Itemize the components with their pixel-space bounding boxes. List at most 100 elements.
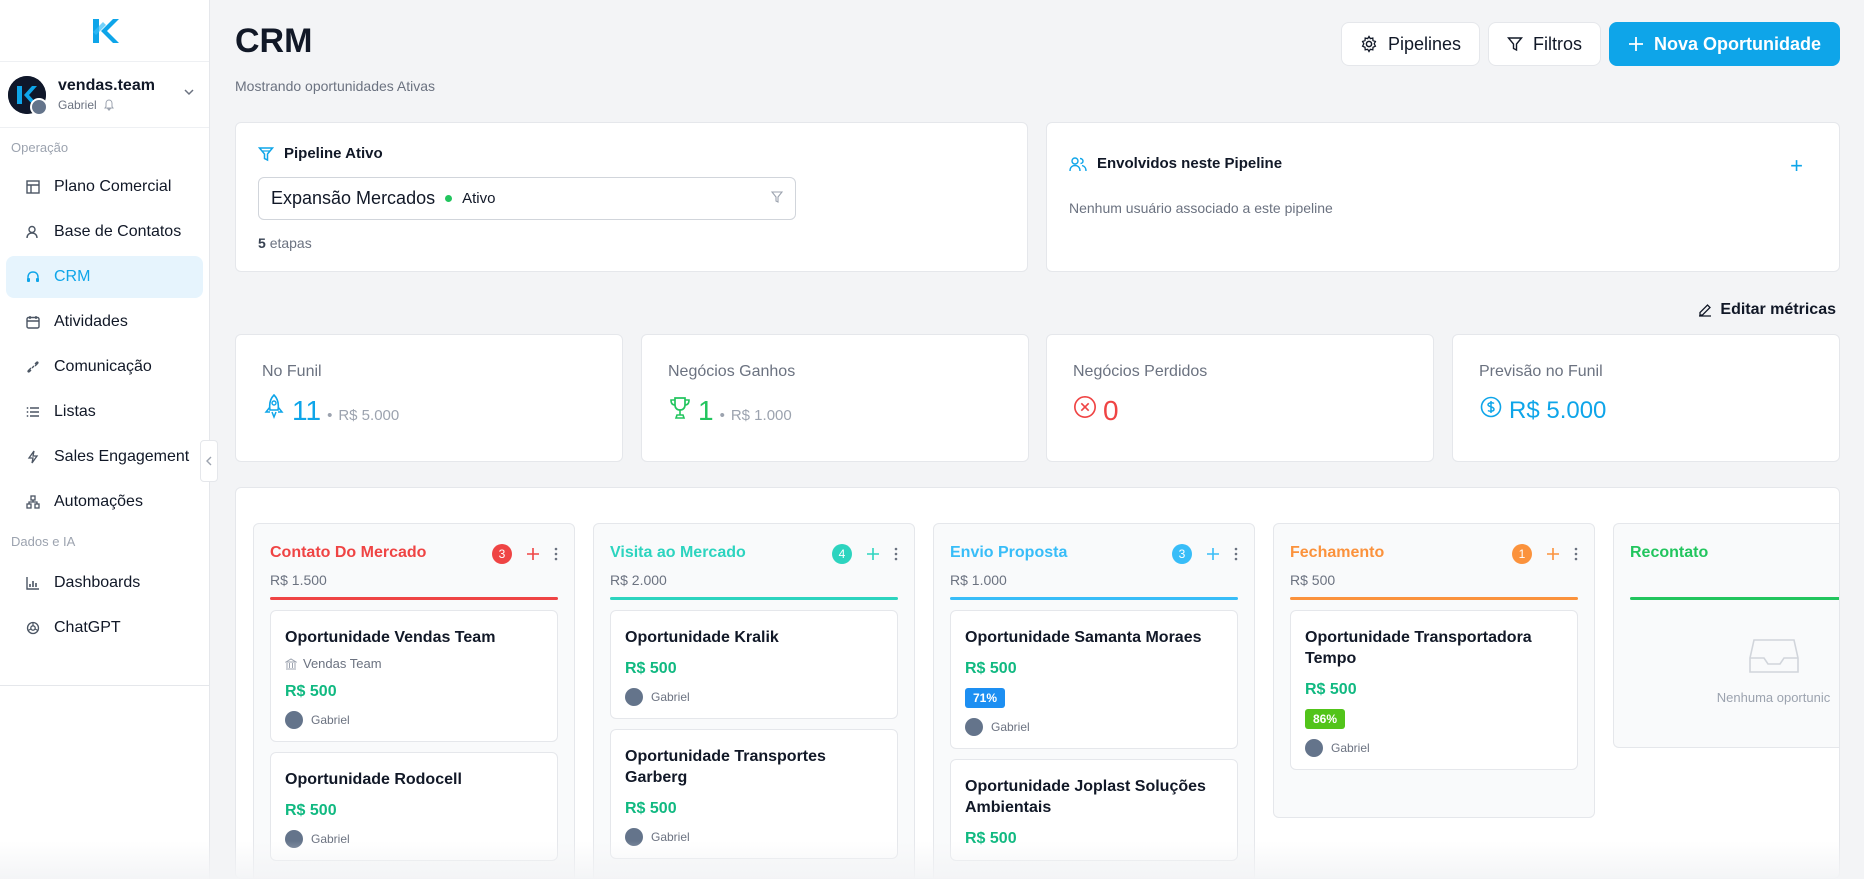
metric-amount: R$ 1.000 [730,407,792,424]
more-vertical-icon[interactable] [894,547,898,561]
metric-value: 11 [292,395,322,426]
deal-title: Oportunidade Transportes Garberg [625,748,826,786]
logo-icon [92,18,119,43]
more-vertical-icon[interactable] [1234,547,1238,561]
metric-card-won: Negócios Ganhos 1 • R$ 1.000 [641,334,1029,462]
deal-owner: Gabriel [311,832,350,846]
column-total: R$ 500 [1290,572,1336,588]
chevron-down-icon[interactable] [183,86,195,98]
column-empty-state: Nenhuma oportunic [1614,610,1839,730]
kanban-column-visita-ao-mercado: Visita ao Mercado R$ 2.000 4 Oportunidad… [593,523,915,878]
deal-owner: Gabriel [311,713,350,727]
trophy-icon [668,396,692,420]
section-label-dados: Dados e IA [11,534,76,549]
kanban-column-recontato: Recontato Nenhuma oportunic [1613,523,1839,748]
column-total: R$ 2.000 [610,572,667,588]
deal-owner: Gabriel [991,720,1030,734]
deal-value: R$ 500 [965,660,1017,677]
sidebar-item-sales-engagement[interactable]: Sales Engagement [6,436,203,478]
deal-title: Oportunidade Joplast Soluções Ambientais [965,778,1206,816]
more-vertical-icon[interactable] [1574,547,1578,561]
column-color-bar [610,597,898,600]
deal-value: R$ 500 [625,660,677,677]
sidebar-item-label: CRM [54,268,91,285]
add-deal-icon[interactable] [1546,547,1560,561]
pencil-icon [1699,304,1712,317]
deal-card[interactable]: Oportunidade Kralik R$ 500 Gabriel [610,610,898,719]
workflow-icon [24,493,42,511]
gear-icon [1361,35,1377,53]
column-count-badge: 3 [1172,544,1192,564]
kanban-column-contato-do-mercado: Contato Do Mercado R$ 1.500 3 Oportunida… [253,523,575,878]
team-switcher[interactable]: vendas.team Gabriel [0,62,209,128]
deal-card[interactable]: Oportunidade Rodocell R$ 500 Gabriel [270,752,558,861]
users-icon [1069,156,1087,171]
bell-icon[interactable] [103,99,115,111]
owner-avatar [965,718,983,736]
sidebar-item-automacoes[interactable]: Automações [6,481,203,523]
deal-value: R$ 500 [285,683,337,700]
edit-metrics-button[interactable]: Editar métricas [1698,301,1836,319]
filters-button[interactable]: Filtros [1487,22,1601,66]
kanban-board: Contato Do Mercado R$ 1.500 3 Oportunida… [235,487,1840,879]
sidebar-item-chatgpt[interactable]: ChatGPT [6,607,203,649]
bolt-icon [24,448,42,466]
add-deal-icon[interactable] [866,547,880,561]
section-label-operacao: Operação [11,140,69,155]
column-count-badge: 1 [1512,544,1532,564]
deal-owner: Gabriel [651,690,690,704]
probability-badge: 86% [1305,709,1346,729]
pipeline-steps-count: 5 [258,235,266,251]
sidebar-item-crm[interactable]: CRM [6,256,203,298]
sidebar-divider [0,685,210,686]
deal-card[interactable]: Oportunidade Samanta Moraes R$ 500 71% G… [950,610,1238,749]
sidebar-item-label: Dashboards [54,574,141,591]
header-actions: Pipelines Filtros Nova Oportunidade [1340,22,1840,66]
metric-card-funnel: No Funil 11 • R$ 5.000 [235,334,623,462]
pipeline-card-title-text: Pipeline Ativo [284,145,383,162]
new-opportunity-button[interactable]: Nova Oportunidade [1608,22,1840,66]
deal-card[interactable]: Oportunidade Transportes Garberg R$ 500 … [610,729,898,859]
sidebar-item-label: Sales Engagement [54,448,190,465]
sidebar-item-listas[interactable]: Listas [6,391,203,433]
status-dot [445,195,453,202]
filters-button-label: Filtros [1532,33,1582,54]
members-empty-message: Nenhum usuário associado a este pipeline [1069,200,1333,216]
contacts-icon [24,223,42,241]
page-title: CRM [235,22,313,60]
metric-card-forecast: Previsão no Funil R$ 5.000 [1452,334,1840,462]
sidebar-item-label: ChatGPT [54,619,121,636]
deal-card[interactable]: Oportunidade Joplast Soluções Ambientais… [950,759,1238,861]
sidebar-item-atividades[interactable]: Atividades [6,301,203,343]
page-subtitle: Mostrando oportunidades Ativas [235,78,436,94]
sidebar-item-plano-comercial[interactable]: Plano Comercial [6,166,203,208]
sidebar-item-label: Automações [54,493,143,510]
app-logo[interactable] [0,0,209,62]
metric-label: Negócios Perdidos [1073,363,1208,380]
sidebar-item-label: Comunicação [54,358,152,375]
pipelines-button-label: Pipelines [1387,33,1461,54]
pipeline-steps-label: etapas [269,235,312,251]
sidebar-item-base-de-contatos[interactable]: Base de Contatos [6,211,203,253]
deal-card[interactable]: Oportunidade Transportadora Tempo R$ 500… [1290,610,1578,770]
pipeline-members-card: Envolvidos neste Pipeline Nenhum usuário… [1046,122,1840,272]
plus-icon [1628,37,1643,51]
layout-icon [24,178,42,196]
deal-title: Oportunidade Transportadora Tempo [1305,629,1532,667]
add-deal-icon[interactable] [1206,547,1220,561]
empty-message: Nenhuma oportunic [1716,689,1831,705]
sidebar-item-comunicacao[interactable]: Comunicação [6,346,203,388]
add-deal-icon[interactable] [526,547,540,561]
filter-icon [771,191,783,203]
deal-card[interactable]: Oportunidade Vendas Team Vendas Team R$ … [270,610,558,742]
add-member-button[interactable]: + [1790,153,1803,179]
sidebar-item-dashboards[interactable]: Dashboards [6,562,203,604]
more-vertical-icon[interactable] [554,547,558,561]
pipeline-select[interactable]: Expansão Mercados Ativo [258,177,796,220]
column-total: R$ 1.500 [270,572,327,588]
metric-value: R$ 5.000 [1509,397,1607,424]
sidebar-collapse-handle[interactable] [200,440,218,482]
members-card-title: Envolvidos neste Pipeline [1069,155,1282,172]
team-name: vendas.team [58,77,155,94]
pipelines-button[interactable]: Pipelines [1340,22,1480,66]
